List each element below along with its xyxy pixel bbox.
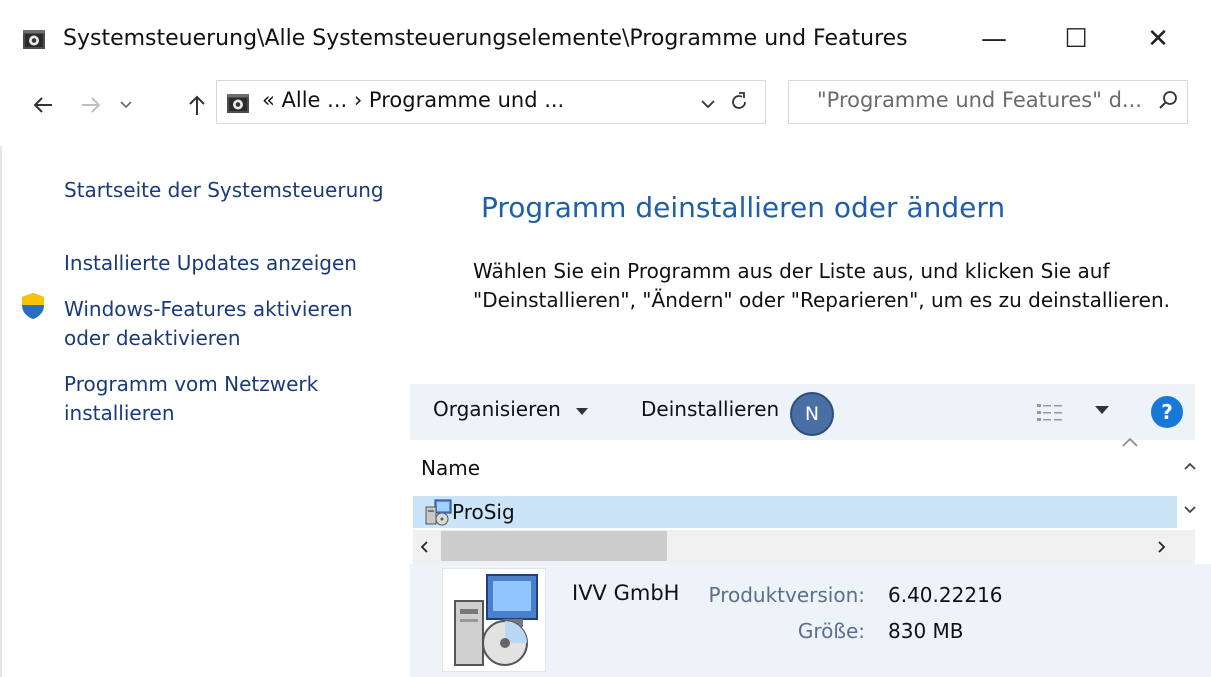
arrow-left-icon	[33, 97, 52, 113]
uac-shield-icon	[22, 293, 44, 319]
forward-button[interactable]	[76, 88, 106, 122]
left-edge	[0, 146, 2, 677]
scroll-left-icon[interactable]	[418, 540, 430, 554]
uninstall-button[interactable]: Deinstallieren	[641, 397, 779, 421]
table-row[interactable]	[413, 496, 1177, 528]
sidebar-item-windows-features[interactable]: Windows-Features aktivieren oder deaktiv…	[64, 295, 384, 353]
view-options-icon[interactable]	[1036, 402, 1070, 424]
program-large-icon	[442, 568, 546, 672]
caret-down-icon	[576, 408, 589, 415]
arrow-right-icon	[82, 97, 101, 113]
installer-icon	[425, 499, 452, 526]
user-badge: N	[790, 392, 834, 436]
installer-icon	[454, 574, 538, 666]
program-name: ProSig	[452, 500, 515, 524]
refresh-icon[interactable]	[728, 90, 750, 112]
chevron-down-icon	[120, 101, 132, 109]
maximize-button[interactable]: ☐	[1046, 14, 1106, 64]
minimize-button[interactable]: —	[964, 14, 1024, 64]
page-description: Wählen Sie ein Programm aus der Liste au…	[473, 259, 1170, 312]
scroll-up-icon[interactable]	[1183, 460, 1197, 472]
product-version-value: 6.40.22216	[888, 583, 1003, 607]
control-panel-icon	[23, 30, 45, 49]
organize-button[interactable]: Organisieren	[433, 397, 589, 421]
size-label: Größe:	[797, 619, 865, 643]
help-icon[interactable]: ?	[1151, 396, 1183, 428]
breadcrumb[interactable]: « Alle ... › Programme und ...	[262, 88, 564, 112]
publisher-name: IVV GmbH	[572, 581, 680, 605]
sort-ascending-icon	[1122, 437, 1138, 447]
back-button[interactable]	[28, 88, 58, 122]
scroll-down-icon[interactable]	[1183, 504, 1197, 516]
sidebar-item-installed-updates[interactable]: Installierte Updates anzeigen	[64, 249, 404, 278]
sidebar-item-network-install[interactable]: Programm vom Netzwerk installieren	[64, 370, 364, 428]
scrollbar-thumb[interactable]	[441, 531, 667, 561]
recent-locations-button[interactable]	[114, 88, 138, 122]
control-panel-icon	[227, 94, 249, 113]
scroll-right-icon[interactable]	[1156, 540, 1168, 554]
chevron-down-icon[interactable]	[700, 98, 716, 110]
caret-down-icon[interactable]	[1094, 404, 1110, 416]
window-title: Systemsteuerung\Alle Systemsteuerungsele…	[63, 26, 908, 51]
page-title: Programm deinstallieren oder ändern	[481, 191, 1006, 224]
organize-label: Organisieren	[433, 397, 561, 421]
sidebar-item-control-panel-home[interactable]: Startseite der Systemsteuerung	[64, 176, 404, 205]
search-placeholder: "Programme und Features" d...	[817, 88, 1142, 112]
size-value: 830 MB	[888, 619, 964, 643]
column-header-name[interactable]: Name	[421, 456, 480, 480]
product-version-label: Produktversion:	[708, 583, 865, 607]
up-button[interactable]	[182, 88, 212, 122]
arrow-up-icon	[189, 95, 205, 115]
search-icon[interactable]	[1157, 89, 1179, 111]
close-button[interactable]: ✕	[1128, 14, 1188, 64]
